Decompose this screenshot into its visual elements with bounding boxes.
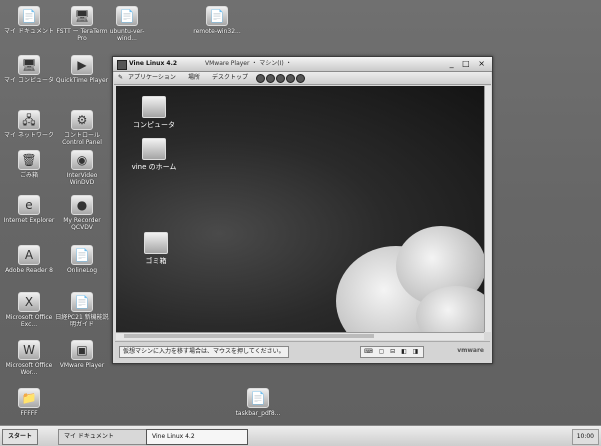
help-launcher-icon[interactable] — [286, 74, 295, 83]
computer-icon — [142, 96, 166, 118]
menu-desktop[interactable]: デスクトップ — [212, 72, 248, 84]
desktop-icon-control-panel[interactable]: ⚙ コントロール Control Panel — [55, 110, 109, 146]
file-icon: 📄 — [206, 6, 228, 26]
taskbar-item-vine-linux[interactable]: Vine Linux 4.2 — [146, 429, 248, 445]
desktop-icon-recycle-bin[interactable]: 🗑 ごみ箱 — [2, 150, 56, 179]
mail-launcher-icon[interactable] — [266, 74, 275, 83]
home-folder-icon — [142, 138, 166, 160]
network-icon: 🖧 — [18, 110, 40, 130]
settings-launcher-icon[interactable] — [296, 74, 305, 83]
terminal-launcher-icon[interactable] — [276, 74, 285, 83]
excel-icon: X — [18, 292, 40, 312]
taskbar-item-my-documents[interactable]: マイ ドキュメント — [58, 429, 150, 445]
desktop-icon-vmware-player[interactable]: ▣ VMware Player — [55, 340, 109, 369]
window-title: Vine Linux 4.2 — [129, 60, 178, 67]
vertical-scrollbar[interactable] — [484, 86, 491, 332]
desktop-icon-fffff[interactable]: 📁 FFFFF — [2, 388, 56, 417]
quicktime-icon: ▶ — [71, 55, 93, 75]
file-icon: 📄 — [71, 245, 93, 265]
adobe-reader-icon: A — [18, 245, 40, 265]
taskbar: スタート マイ ドキュメント Vine Linux 4.2 10:00 — [0, 425, 601, 446]
file-icon: 📄 — [247, 388, 269, 408]
desktop-icon-word[interactable]: W Microsoft Office Wor... — [2, 340, 56, 376]
vmware-app-icon — [117, 60, 127, 70]
computer-icon: 🖥 — [18, 55, 40, 75]
word-icon: W — [18, 340, 40, 360]
window-controls[interactable]: _ □ × — [450, 57, 488, 71]
desktop-icon-excel[interactable]: X Microsoft Office Exc... — [2, 292, 56, 328]
vmware-player-menu[interactable]: VMware Player ・ マシン(I) ・ — [205, 57, 292, 71]
vmware-statusbar: 仮想マシンに入力を移す場合は、マウスを押してください。 ⌨ ▢ ⊟ ◧ ◨ vm… — [115, 341, 490, 360]
vmware-titlebar[interactable]: Vine Linux 4.2 VMware Player ・ マシン(I) ・ … — [113, 57, 492, 72]
guest-desktop[interactable]: コンピュータ vine のホーム ゴミ箱 — [116, 86, 484, 332]
status-message: 仮想マシンに入力を移す場合は、マウスを押してください。 — [119, 346, 289, 358]
guest-icon-computer[interactable]: コンピュータ — [124, 96, 184, 130]
horizontal-scrollbar[interactable] — [116, 332, 484, 340]
desktop-icon-windvd[interactable]: ◉ InterVideo WinDVD — [55, 150, 109, 186]
menu-applications[interactable]: アプリケーション — [128, 72, 176, 84]
control-panel-icon: ⚙ — [71, 110, 93, 130]
desktop-icon-adobe-reader[interactable]: A Adobe Reader 8 — [2, 245, 56, 274]
guest-icon-home[interactable]: vine のホーム — [124, 138, 184, 172]
document-icon: 📄 — [18, 6, 40, 26]
file-icon: 📄 — [116, 6, 138, 26]
dvd-icon: ◉ — [71, 150, 93, 170]
menu-places[interactable]: 場所 — [188, 72, 200, 84]
desktop-icon-nikkei-guide[interactable]: 📄 日経PC21 新機能説明ガイド — [55, 292, 109, 328]
trash-icon: 🗑 — [18, 150, 40, 170]
guest-top-panel: ✎ アプリケーション 場所 デスクトップ — [114, 72, 491, 85]
desktop-icon-my-computer[interactable]: 🖥 マイ コンピュータ — [2, 55, 56, 84]
system-tray-clock[interactable]: 10:00 — [571, 429, 599, 445]
desktop-icon-recorder[interactable]: ● My Recorder QCVDV — [55, 195, 109, 231]
desktop-icon-my-network[interactable]: 🖧 マイ ネットワーク — [2, 110, 56, 139]
desktop-icon-remote-file[interactable]: 📄 remote-win32... — [190, 6, 244, 35]
vmware-logo: vmware — [457, 347, 484, 354]
start-button[interactable]: スタート — [2, 429, 39, 445]
desktop-icon-internet-explorer[interactable]: e Internet Explorer — [2, 195, 56, 224]
terminal-icon: 🖥 — [71, 6, 93, 26]
desktop-icon-taskbar-pdf[interactable]: 📄 taskbar_pdf8... — [231, 388, 285, 417]
device-tray[interactable]: ⌨ ▢ ⊟ ◧ ◨ — [360, 346, 425, 358]
vmware-icon: ▣ — [71, 340, 93, 360]
desktop-icon-my-documents[interactable]: 📄 マイ ドキュメント — [2, 6, 56, 35]
document-icon: 📄 — [71, 292, 93, 312]
vmware-window[interactable]: Vine Linux 4.2 VMware Player ・ マシン(I) ・ … — [112, 56, 493, 364]
recorder-icon: ● — [71, 195, 93, 215]
internet-explorer-icon: e — [18, 195, 40, 215]
scroll-thumb[interactable] — [124, 334, 374, 338]
desktop-icon-ubuntu-file[interactable]: 📄 ubuntu-ver-wind... — [100, 6, 154, 42]
desktop-icon-quicktime[interactable]: ▶ QuickTime Player — [55, 55, 109, 84]
trash-icon — [144, 232, 168, 254]
desktop-icon-onlinelog[interactable]: 📄 OnlineLog — [55, 245, 109, 274]
browser-launcher-icon[interactable] — [256, 74, 265, 83]
guest-icon-trash[interactable]: ゴミ箱 — [126, 232, 186, 266]
folder-icon: 📁 — [18, 388, 40, 408]
desktop: 📄 マイ ドキュメント 🖥 FSTT ー TeraTerm Pro 📄 ubun… — [0, 0, 601, 425]
gnome-foot-icon[interactable]: ✎ — [118, 72, 123, 84]
